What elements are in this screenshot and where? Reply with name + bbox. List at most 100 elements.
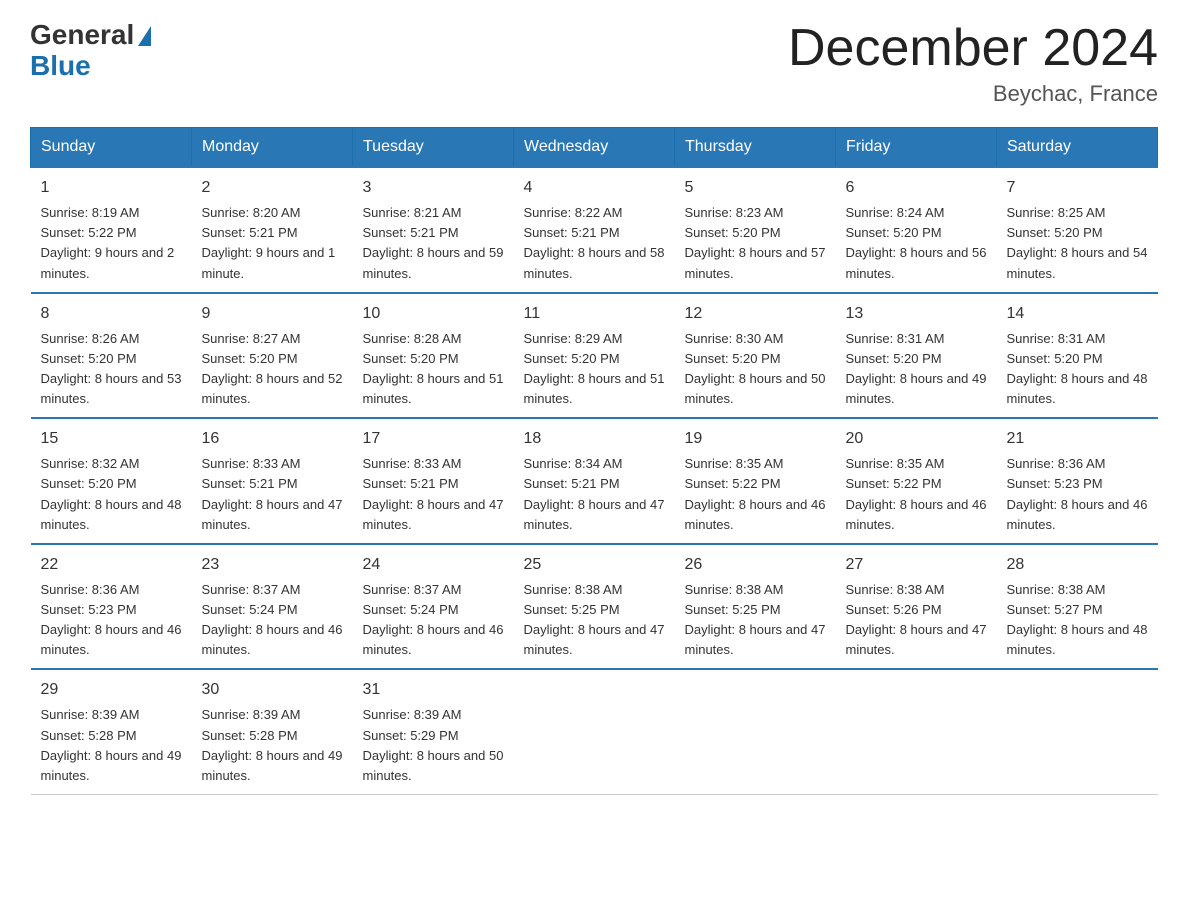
day-number: 28 bbox=[1007, 553, 1148, 577]
calendar-day-cell: 13Sunrise: 8:31 AMSunset: 5:20 PMDayligh… bbox=[836, 293, 997, 419]
calendar-day-cell: 30 Sunrise: 8:39 AMSunset: 5:28 PMDayligh… bbox=[192, 669, 353, 794]
calendar-day-cell: 23Sunrise: 8:37 AMSunset: 5:24 PMDayligh… bbox=[192, 544, 353, 670]
calendar-day-cell bbox=[836, 669, 997, 794]
day-info: Sunrise: 8:36 AMSunset: 5:23 PMDaylight:… bbox=[41, 582, 182, 657]
calendar-header-row: Sunday Monday Tuesday Wednesday Thursday… bbox=[31, 128, 1158, 168]
calendar-day-cell: 8 Sunrise: 8:26 AMSunset: 5:20 PMDaylight… bbox=[31, 293, 192, 419]
day-info: Sunrise: 8:38 AMSunset: 5:27 PMDaylight:… bbox=[1007, 582, 1148, 657]
calendar-day-cell: 17 Sunrise: 8:33 AMSunset: 5:21 PMDayligh… bbox=[353, 418, 514, 544]
day-info: Sunrise: 8:35 AMSunset: 5:22 PMDaylight:… bbox=[685, 456, 826, 531]
day-number: 16 bbox=[202, 427, 343, 451]
day-number: 5 bbox=[685, 176, 826, 200]
calendar-day-cell bbox=[514, 669, 675, 794]
day-info: Sunrise: 8:39 AMSunset: 5:28 PMDaylight:… bbox=[41, 707, 182, 782]
day-info: Sunrise: 8:22 AMSunset: 5:21 PMDaylight:… bbox=[524, 205, 665, 280]
calendar-day-cell: 29 Sunrise: 8:39 AMSunset: 5:28 PMDayligh… bbox=[31, 669, 192, 794]
calendar-day-cell: 7Sunrise: 8:25 AMSunset: 5:20 PMDaylight… bbox=[997, 167, 1158, 293]
calendar-day-cell: 14 Sunrise: 8:31 AMSunset: 5:20 PMDayligh… bbox=[997, 293, 1158, 419]
col-saturday: Saturday bbox=[997, 128, 1158, 168]
calendar-day-cell: 3 Sunrise: 8:21 AMSunset: 5:21 PMDaylight… bbox=[353, 167, 514, 293]
day-info: Sunrise: 8:36 AMSunset: 5:23 PMDaylight:… bbox=[1007, 456, 1148, 531]
calendar-week-row: 15 Sunrise: 8:32 AMSunset: 5:20 PMDayligh… bbox=[31, 418, 1158, 544]
day-info: Sunrise: 8:23 AMSunset: 5:20 PMDaylight:… bbox=[685, 205, 826, 280]
calendar-day-cell: 31 Sunrise: 8:39 AMSunset: 5:29 PMDayligh… bbox=[353, 669, 514, 794]
calendar-day-cell: 1 Sunrise: 8:19 AMSunset: 5:22 PMDaylight… bbox=[31, 167, 192, 293]
logo-block: General Blue bbox=[30, 20, 151, 82]
day-info: Sunrise: 8:31 AMSunset: 5:20 PMDaylight:… bbox=[1007, 331, 1148, 406]
col-thursday: Thursday bbox=[675, 128, 836, 168]
calendar-day-cell: 20 Sunrise: 8:35 AMSunset: 5:22 PMDayligh… bbox=[836, 418, 997, 544]
day-number: 4 bbox=[524, 176, 665, 200]
day-number: 15 bbox=[41, 427, 182, 451]
day-number: 11 bbox=[524, 302, 665, 326]
day-info: Sunrise: 8:35 AMSunset: 5:22 PMDaylight:… bbox=[846, 456, 987, 531]
day-number: 3 bbox=[363, 176, 504, 200]
day-info: Sunrise: 8:39 AMSunset: 5:29 PMDaylight:… bbox=[363, 707, 504, 782]
day-number: 14 bbox=[1007, 302, 1148, 326]
calendar-day-cell: 27Sunrise: 8:38 AMSunset: 5:26 PMDayligh… bbox=[836, 544, 997, 670]
day-number: 29 bbox=[41, 678, 182, 702]
logo-general: General bbox=[30, 20, 134, 51]
calendar-day-cell: 16 Sunrise: 8:33 AMSunset: 5:21 PMDayligh… bbox=[192, 418, 353, 544]
calendar-table: Sunday Monday Tuesday Wednesday Thursday… bbox=[30, 127, 1158, 795]
calendar-day-cell: 15 Sunrise: 8:32 AMSunset: 5:20 PMDayligh… bbox=[31, 418, 192, 544]
day-number: 24 bbox=[363, 553, 504, 577]
calendar-week-row: 29 Sunrise: 8:39 AMSunset: 5:28 PMDayligh… bbox=[31, 669, 1158, 794]
day-info: Sunrise: 8:29 AMSunset: 5:20 PMDaylight:… bbox=[524, 331, 665, 406]
day-number: 30 bbox=[202, 678, 343, 702]
col-wednesday: Wednesday bbox=[514, 128, 675, 168]
col-friday: Friday bbox=[836, 128, 997, 168]
day-number: 17 bbox=[363, 427, 504, 451]
day-number: 27 bbox=[846, 553, 987, 577]
calendar-day-cell: 11 Sunrise: 8:29 AMSunset: 5:20 PMDayligh… bbox=[514, 293, 675, 419]
day-number: 18 bbox=[524, 427, 665, 451]
day-info: Sunrise: 8:20 AMSunset: 5:21 PMDaylight:… bbox=[202, 205, 336, 280]
day-number: 2 bbox=[202, 176, 343, 200]
day-info: Sunrise: 8:21 AMSunset: 5:21 PMDaylight:… bbox=[363, 205, 504, 280]
day-info: Sunrise: 8:39 AMSunset: 5:28 PMDaylight:… bbox=[202, 707, 343, 782]
col-monday: Monday bbox=[192, 128, 353, 168]
day-number: 1 bbox=[41, 176, 182, 200]
calendar-day-cell: 10 Sunrise: 8:28 AMSunset: 5:20 PMDayligh… bbox=[353, 293, 514, 419]
day-number: 13 bbox=[846, 302, 987, 326]
day-info: Sunrise: 8:38 AMSunset: 5:25 PMDaylight:… bbox=[685, 582, 826, 657]
day-number: 8 bbox=[41, 302, 182, 326]
calendar-day-cell: 12 Sunrise: 8:30 AMSunset: 5:20 PMDayligh… bbox=[675, 293, 836, 419]
day-number: 19 bbox=[685, 427, 826, 451]
day-info: Sunrise: 8:24 AMSunset: 5:20 PMDaylight:… bbox=[846, 205, 987, 280]
calendar-day-cell: 24 Sunrise: 8:37 AMSunset: 5:24 PMDayligh… bbox=[353, 544, 514, 670]
day-info: Sunrise: 8:27 AMSunset: 5:20 PMDaylight:… bbox=[202, 331, 343, 406]
calendar-day-cell: 9Sunrise: 8:27 AMSunset: 5:20 PMDaylight… bbox=[192, 293, 353, 419]
day-number: 12 bbox=[685, 302, 826, 326]
calendar-day-cell: 4 Sunrise: 8:22 AMSunset: 5:21 PMDaylight… bbox=[514, 167, 675, 293]
day-number: 21 bbox=[1007, 427, 1148, 451]
day-info: Sunrise: 8:33 AMSunset: 5:21 PMDaylight:… bbox=[202, 456, 343, 531]
calendar-day-cell: 28 Sunrise: 8:38 AMSunset: 5:27 PMDayligh… bbox=[997, 544, 1158, 670]
col-tuesday: Tuesday bbox=[353, 128, 514, 168]
calendar-day-cell: 22Sunrise: 8:36 AMSunset: 5:23 PMDayligh… bbox=[31, 544, 192, 670]
month-title: December 2024 bbox=[788, 20, 1158, 77]
logo-blue: Blue bbox=[30, 50, 91, 81]
day-info: Sunrise: 8:28 AMSunset: 5:20 PMDaylight:… bbox=[363, 331, 504, 406]
day-info: Sunrise: 8:33 AMSunset: 5:21 PMDaylight:… bbox=[363, 456, 504, 531]
calendar-day-cell: 19 Sunrise: 8:35 AMSunset: 5:22 PMDayligh… bbox=[675, 418, 836, 544]
day-number: 25 bbox=[524, 553, 665, 577]
day-number: 26 bbox=[685, 553, 826, 577]
calendar-week-row: 8 Sunrise: 8:26 AMSunset: 5:20 PMDaylight… bbox=[31, 293, 1158, 419]
day-info: Sunrise: 8:19 AMSunset: 5:22 PMDaylight:… bbox=[41, 205, 175, 280]
calendar-day-cell: 18 Sunrise: 8:34 AMSunset: 5:21 PMDayligh… bbox=[514, 418, 675, 544]
day-info: Sunrise: 8:26 AMSunset: 5:20 PMDaylight:… bbox=[41, 331, 182, 406]
calendar-day-cell bbox=[997, 669, 1158, 794]
day-number: 10 bbox=[363, 302, 504, 326]
day-number: 20 bbox=[846, 427, 987, 451]
day-number: 6 bbox=[846, 176, 987, 200]
calendar-day-cell bbox=[675, 669, 836, 794]
calendar-week-row: 1 Sunrise: 8:19 AMSunset: 5:22 PMDaylight… bbox=[31, 167, 1158, 293]
day-info: Sunrise: 8:30 AMSunset: 5:20 PMDaylight:… bbox=[685, 331, 826, 406]
day-info: Sunrise: 8:32 AMSunset: 5:20 PMDaylight:… bbox=[41, 456, 182, 531]
day-info: Sunrise: 8:37 AMSunset: 5:24 PMDaylight:… bbox=[363, 582, 504, 657]
day-info: Sunrise: 8:34 AMSunset: 5:21 PMDaylight:… bbox=[524, 456, 665, 531]
day-number: 31 bbox=[363, 678, 504, 702]
calendar-week-row: 22Sunrise: 8:36 AMSunset: 5:23 PMDayligh… bbox=[31, 544, 1158, 670]
calendar-day-cell: 25Sunrise: 8:38 AMSunset: 5:25 PMDayligh… bbox=[514, 544, 675, 670]
